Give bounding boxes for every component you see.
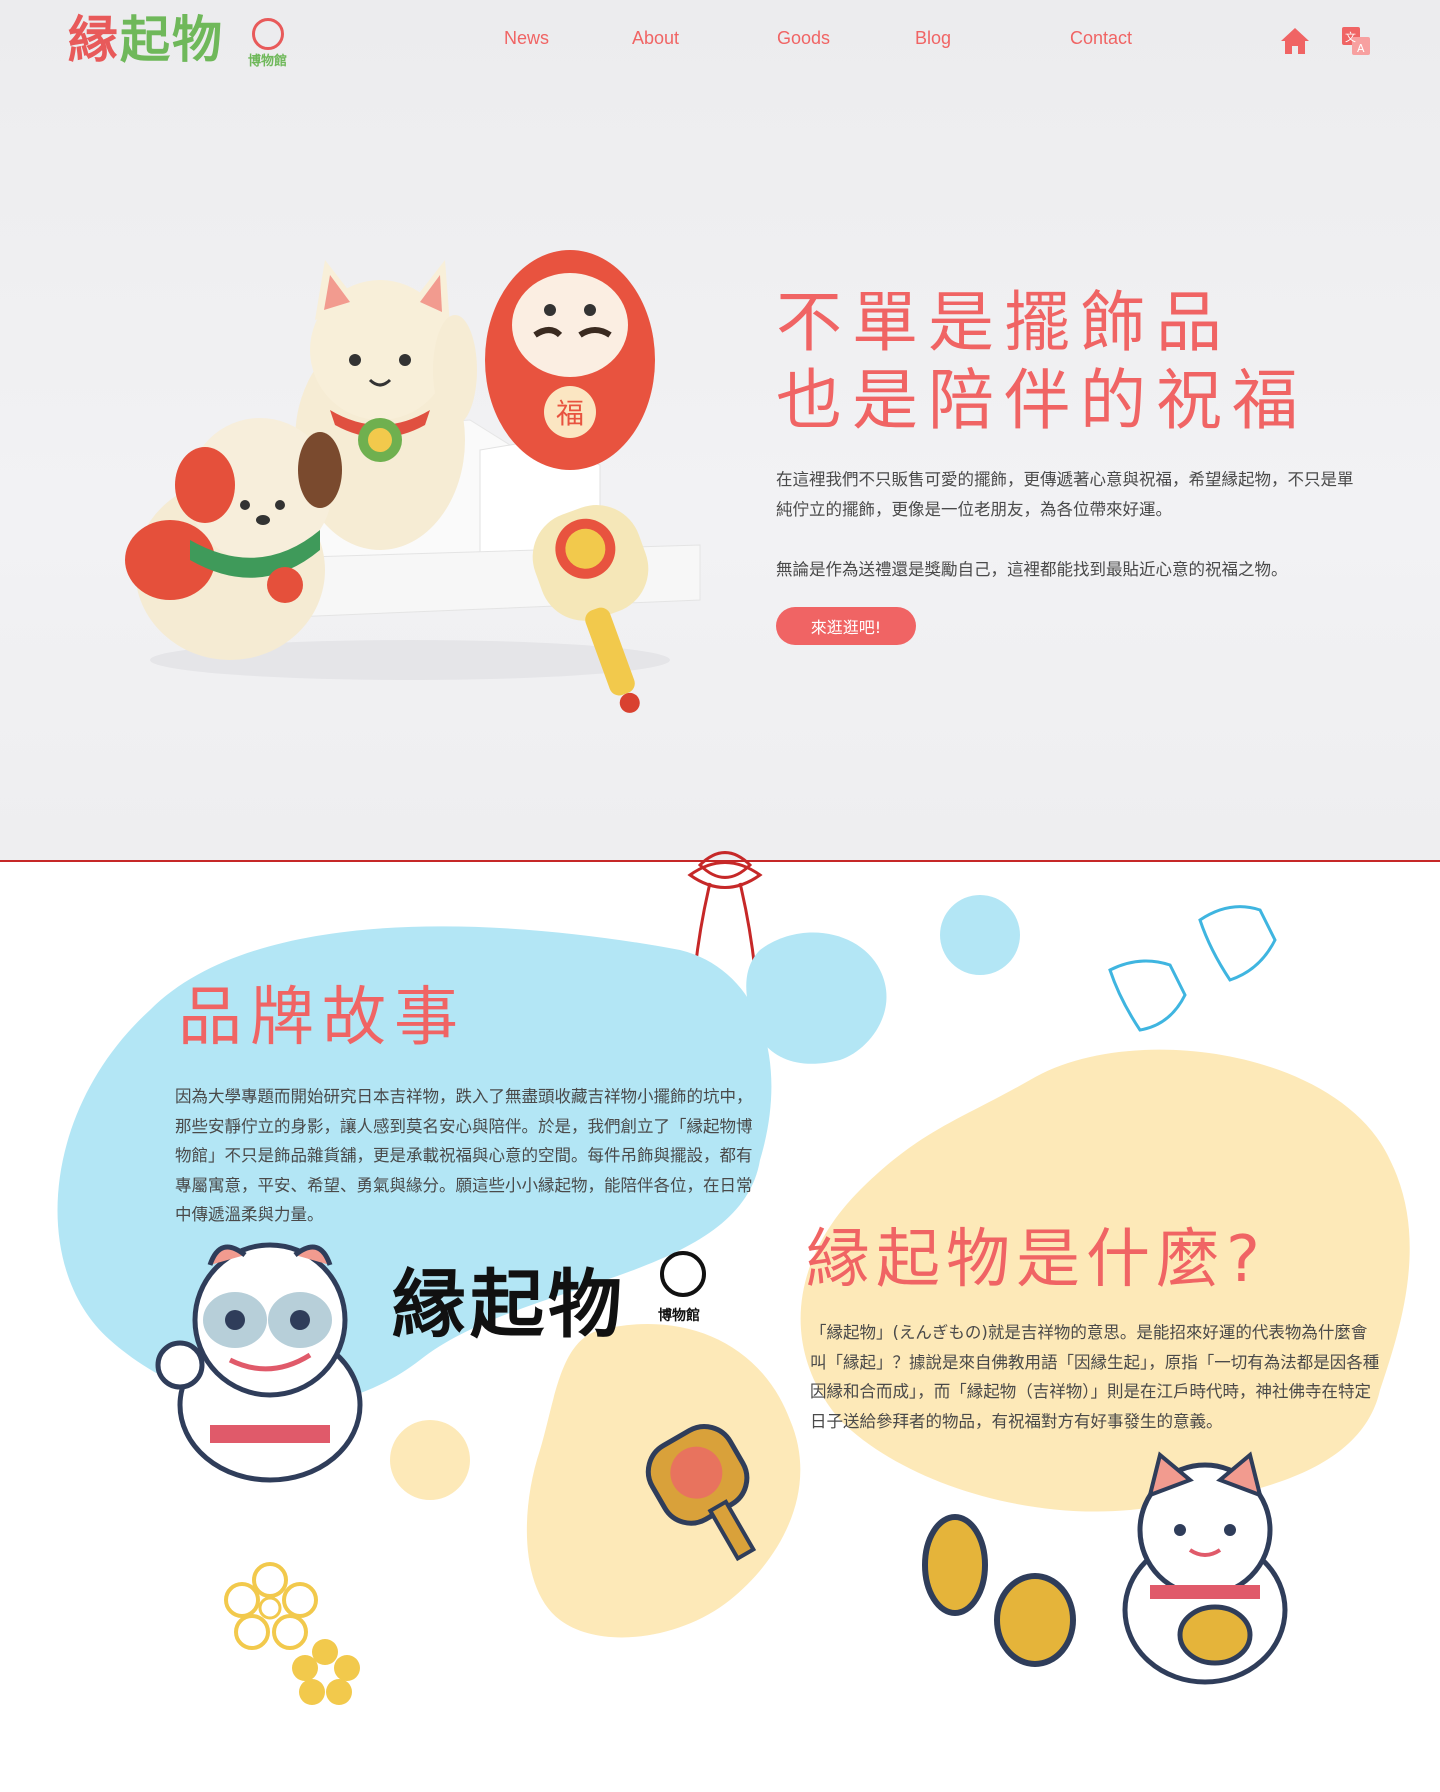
brand-story-paragraph: 因為大學專題而開始研究日本吉祥物，跌入了無盡頭收藏吉祥物小擺飾的坑中，那些安靜佇… bbox=[175, 1087, 753, 1224]
brand-logo-calligraphy: 縁起物 博物館 bbox=[392, 1245, 722, 1348]
what-is-paragraph: 「縁起物」(えんぎもの)就是吉祥物的意思。是能招來好運的代表物為什麼會叫「縁起」… bbox=[810, 1323, 1380, 1431]
brand-logo-text: 縁起物 bbox=[392, 1262, 626, 1348]
svg-text:A: A bbox=[1357, 42, 1365, 55]
nav-link-contact[interactable]: Contact bbox=[1070, 28, 1132, 49]
what-is-heading: 縁起物是什麼? bbox=[806, 1223, 1266, 1297]
hero-heading-line2: 也是陪伴的祝福 bbox=[776, 362, 1308, 439]
logo-subtext: 博物館 bbox=[248, 54, 288, 69]
brand-logo-sub: 博物館 bbox=[658, 1308, 700, 1324]
nav-link-goods[interactable]: Goods bbox=[777, 28, 830, 49]
hero-heading: 不單是擺飾品 也是陪伴的祝福 bbox=[776, 284, 1308, 440]
beckoning-cat-illustration bbox=[1122, 1451, 1288, 1685]
koban-coins-illustration bbox=[922, 1514, 1076, 1667]
logo-text: 縁起物 bbox=[68, 10, 224, 69]
hero-paragraph-1: 在這裡我們不只販售可愛的擺飾，更傳遞著心意與祝福，希望縁起物，不只是單純佇立的擺… bbox=[776, 470, 1354, 519]
translate-icon[interactable]: 文A bbox=[1339, 24, 1373, 58]
shop-now-button[interactable]: 來逛逛吧! bbox=[776, 607, 916, 645]
nav-link-about[interactable]: About bbox=[632, 28, 679, 49]
hero-figurines-image: 福 bbox=[125, 250, 701, 713]
birds-icon bbox=[1108, 905, 1277, 1032]
hero-heading-line1: 不單是擺飾品 bbox=[776, 284, 1232, 361]
brand-story-heading: 品牌故事 bbox=[178, 981, 466, 1055]
nav-link-blog[interactable]: Blog bbox=[915, 28, 951, 49]
plum-flower-icon bbox=[224, 1562, 360, 1705]
daruma-badge-icon bbox=[660, 1251, 706, 1297]
hero-section: 縁起物 博物館 News About Goods Blog Contact 文A bbox=[0, 0, 1440, 860]
hero-paragraph-2: 無論是作為送禮還是獎勵自己，這裡都能找到最貼近心意的祝福之物。 bbox=[776, 560, 1288, 579]
top-nav: 縁起物 博物館 News About Goods Blog Contact 文A bbox=[0, 0, 1440, 80]
logo-daruma-icon bbox=[252, 18, 284, 50]
site-logo[interactable]: 縁起物 博物館 bbox=[68, 10, 287, 70]
lucky-mallet-illustration bbox=[645, 1424, 757, 1562]
svg-text:文: 文 bbox=[1345, 30, 1356, 44]
nav-link-news[interactable]: News bbox=[504, 28, 549, 49]
svg-text:福: 福 bbox=[556, 397, 584, 430]
home-icon[interactable] bbox=[1278, 24, 1312, 58]
maneki-neko-illustration bbox=[155, 1242, 363, 1483]
